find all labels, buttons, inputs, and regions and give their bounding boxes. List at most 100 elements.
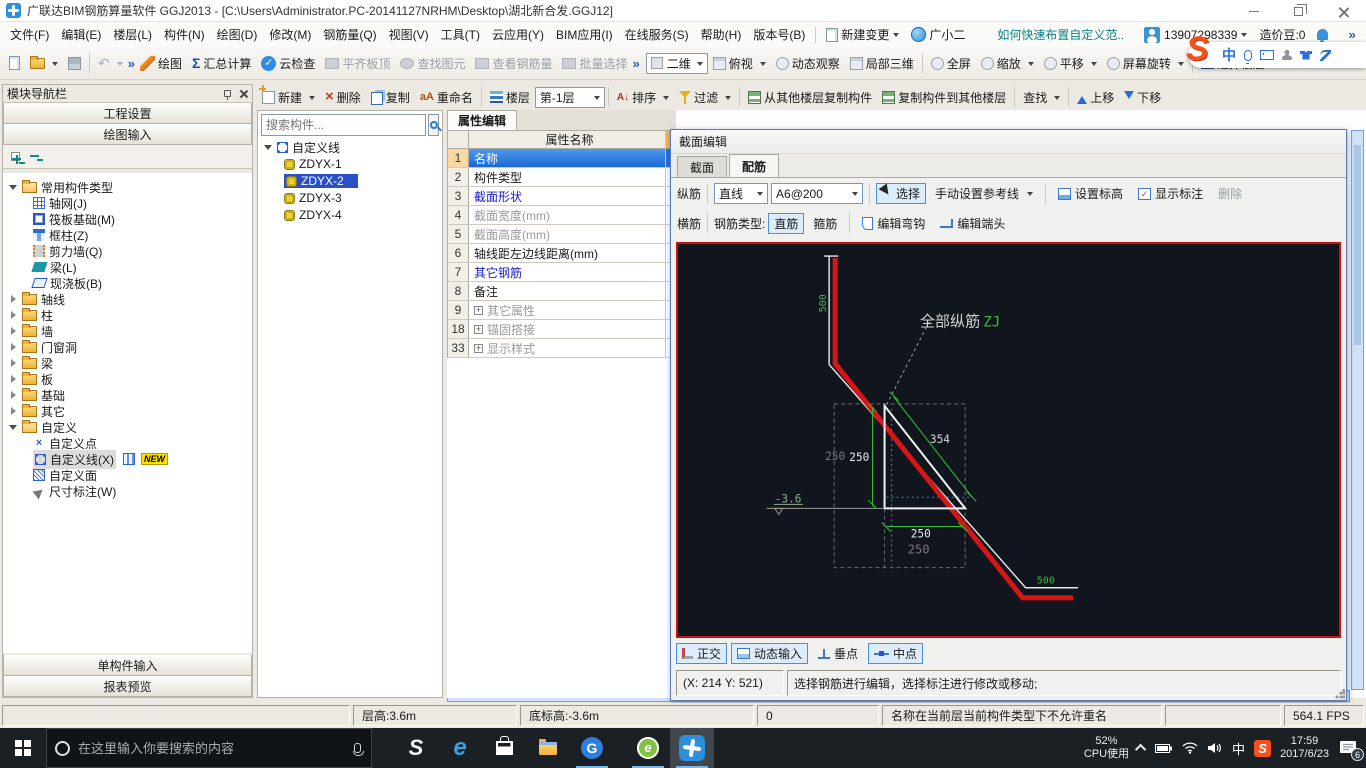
menu-help[interactable]: 帮助(H) — [695, 22, 748, 47]
toolbar-overflow-chevron[interactable] — [632, 56, 639, 71]
expander-icon[interactable] — [9, 407, 18, 416]
edit-hook-button[interactable]: 编辑弯钩 — [856, 213, 931, 234]
new-component-button[interactable]: 新建 — [257, 84, 320, 110]
straight-rebar-button[interactable]: 直筋 — [768, 213, 804, 234]
menu-file[interactable]: 文件(F) — [4, 22, 55, 47]
tree-item-common-types[interactable]: 常用构件类型 — [3, 179, 252, 195]
property-group-other-attrs[interactable]: 9+其它属性 — [448, 301, 675, 320]
filter-button[interactable]: 过滤 — [674, 84, 736, 110]
resize-grip[interactable] — [1335, 689, 1345, 699]
line-type-combo[interactable]: 直线 — [714, 183, 768, 204]
save-button[interactable] — [63, 50, 86, 76]
tree-item-shear-wall[interactable]: 剪力墙(Q) — [3, 243, 252, 259]
stirrup-button[interactable]: 箍筋 — [807, 213, 843, 234]
single-component-input-section[interactable]: 单构件输入 — [3, 655, 252, 676]
tree-item-custom-face[interactable]: 自定义面 — [3, 467, 252, 483]
menu-draw[interactable]: 绘图(D) — [211, 22, 264, 47]
align-slab-top-button[interactable]: 平齐板顶 — [320, 50, 395, 76]
tray-chevron-icon[interactable] — [1135, 744, 1146, 755]
vertical-scrollbar[interactable] — [1351, 130, 1364, 690]
sort-button[interactable]: 排序 — [612, 84, 674, 110]
expander-icon[interactable] — [9, 391, 18, 400]
draw-input-section[interactable]: 绘图输入 — [3, 124, 252, 145]
perpendicular-snap-button[interactable]: 垂点 — [812, 643, 864, 664]
taskbar-360-browser-button[interactable] — [626, 728, 670, 768]
expander-icon[interactable] — [9, 311, 18, 320]
tree-item-openings[interactable]: 门窗洞 — [3, 339, 252, 355]
collapse-all-icon[interactable] — [30, 150, 43, 163]
cloud-check-button[interactable]: 云检查 — [256, 50, 320, 76]
ime-indicator[interactable]: 中 — [1232, 739, 1245, 758]
menu-modify[interactable]: 修改(M) — [263, 22, 317, 47]
dim-250-vertical-ref[interactable]: 250 — [825, 450, 845, 463]
menu-component[interactable]: 构件(N) — [158, 22, 211, 47]
view-rebar-button[interactable]: 查看钢筋量 — [470, 50, 557, 76]
rename-button[interactable]: 重命名 — [415, 84, 478, 110]
dim-354[interactable]: 354 — [930, 433, 950, 446]
rebar-label-tag[interactable]: ZJ — [983, 314, 1000, 330]
property-row-remark[interactable]: 8备注 — [448, 282, 675, 301]
menu-version[interactable]: 版本号(B) — [747, 22, 811, 47]
expander-icon[interactable] — [9, 343, 18, 352]
tree-item-cast-slab[interactable]: 现浇板(B) — [3, 275, 252, 291]
dialog-title-bar[interactable]: 截面编辑 — [671, 130, 1346, 154]
property-row-section-height[interactable]: 5截面高度(mm) — [448, 225, 675, 244]
menu-rebar[interactable]: 钢筋量(Q) — [317, 22, 382, 47]
list-item-zdyx3[interactable]: ZDYX-3 — [258, 190, 442, 206]
dim-250-horizontal-ref[interactable]: 250 — [908, 543, 930, 557]
tree-item-beam[interactable]: 梁(L) — [3, 259, 252, 275]
property-row-name[interactable]: 1名称 — [448, 149, 675, 168]
expander-icon[interactable] — [9, 295, 18, 304]
tree-item-beams[interactable]: 梁 — [3, 355, 252, 371]
screen-rotate-button[interactable]: 屏幕旋转 — [1102, 50, 1189, 76]
assistant-button[interactable]: 广小二 — [905, 22, 971, 47]
dim-250-vertical[interactable]: 250 — [849, 451, 869, 464]
dynamic-input-button[interactable]: 动态输入 — [731, 643, 808, 664]
bell-icon[interactable] — [1317, 29, 1328, 40]
manual-reference-button[interactable]: 手动设置参考线 — [929, 183, 1039, 204]
notification-icon[interactable]: 6 — [1338, 739, 1360, 757]
find-element-button[interactable]: 查找图元 — [395, 50, 470, 76]
top-view-button[interactable]: 俯视 — [708, 50, 771, 76]
copy-component-button[interactable]: 复制 — [366, 84, 415, 110]
partial-3d-button[interactable]: 局部三维 — [845, 50, 919, 76]
report-preview-section[interactable]: 报表预览 — [3, 676, 252, 697]
tree-item-custom-line[interactable]: 自定义线(X)NEW — [3, 451, 252, 467]
project-settings-section[interactable]: 工程设置 — [3, 103, 252, 124]
property-group-display-style[interactable]: 33+显示样式 — [448, 339, 675, 358]
expander-icon[interactable] — [9, 375, 18, 384]
taskbar-ggj-button[interactable] — [670, 728, 714, 768]
tree-item-wall[interactable]: 墙 — [3, 323, 252, 339]
taskbar-sogou-button[interactable] — [394, 728, 438, 768]
search-button[interactable] — [428, 114, 439, 136]
move-up-button[interactable]: 上移 — [1072, 84, 1119, 110]
show-dimension-button[interactable]: 显示标注 — [1132, 183, 1209, 204]
rebar-label[interactable]: 全部纵筋 — [920, 312, 980, 330]
taskbar-browser-g-button[interactable] — [570, 728, 614, 768]
list-item-zdyx1[interactable]: ZDYX-1 — [258, 156, 442, 172]
menu-cloud[interactable]: 云应用(Y) — [486, 22, 550, 47]
summary-calc-button[interactable]: Σ汇总计算 — [187, 50, 256, 76]
zoom-button[interactable]: 缩放 — [976, 50, 1039, 76]
expand-plus-icon[interactable]: + — [474, 325, 483, 334]
tree-item-slabs[interactable]: 板 — [3, 371, 252, 387]
search-input[interactable] — [261, 114, 426, 136]
tab-property-edit[interactable]: 属性编辑 — [447, 110, 517, 130]
menu-online[interactable]: 在线服务(S) — [619, 22, 695, 47]
tree-item-axis-grid[interactable]: 轴网(J) — [3, 195, 252, 211]
account-icon[interactable] — [1282, 50, 1292, 60]
list-item-zdyx4[interactable]: ZDYX-4 — [258, 207, 442, 223]
taskbar-edge-button[interactable] — [438, 728, 482, 768]
rebar-spec-combo[interactable]: A6@200 — [771, 183, 863, 204]
section-triangle[interactable] — [885, 406, 966, 509]
floor-combo[interactable]: 第-1层 — [535, 87, 605, 108]
restore-button[interactable] — [1276, 0, 1321, 22]
elevation-value[interactable]: -3.6 — [775, 492, 802, 505]
expand-all-icon[interactable] — [11, 152, 20, 161]
section-cad-canvas[interactable]: 500 354 250 250 250 250 -3.6 500 全部纵筋 ZJ — [676, 242, 1341, 638]
property-row-section-shape[interactable]: 3截面形状 — [448, 187, 675, 206]
expander-icon[interactable] — [9, 423, 18, 432]
tree-item-axes[interactable]: 轴线 — [3, 291, 252, 307]
tree-item-dimension[interactable]: 尺寸标注(W) — [3, 483, 252, 499]
expander-icon[interactable] — [9, 327, 18, 336]
